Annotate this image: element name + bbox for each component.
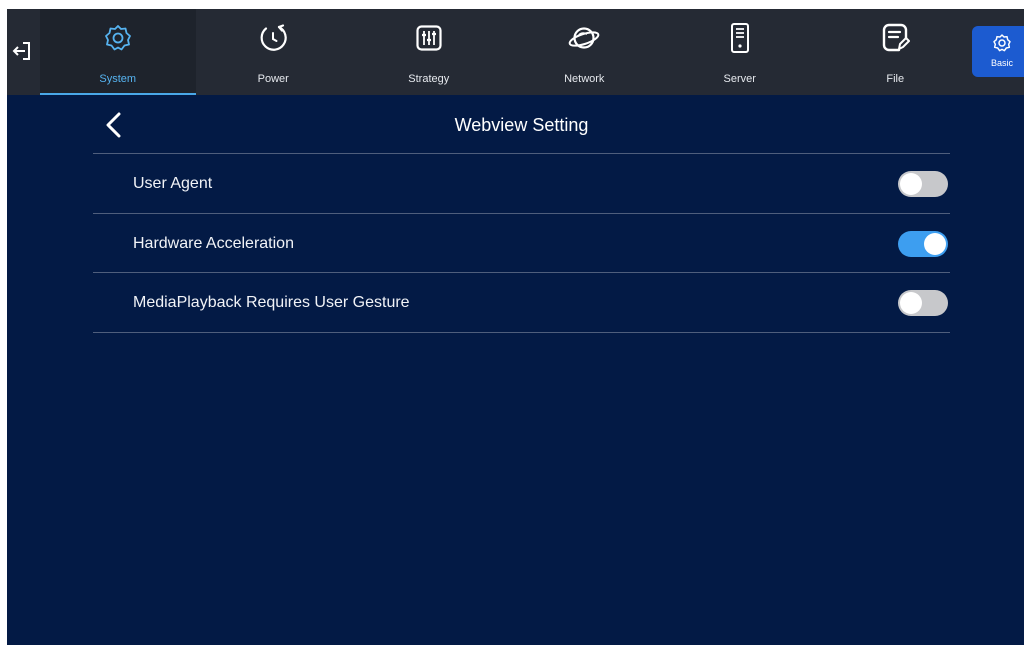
tab-system[interactable]: System [40, 9, 196, 95]
server-icon [723, 21, 757, 55]
exit-button[interactable] [7, 33, 37, 69]
setting-label: User Agent [133, 175, 213, 192]
gear-icon [101, 21, 135, 55]
tab-label: Network [564, 73, 605, 85]
setting-label: MediaPlayback Requires User Gesture [133, 294, 410, 311]
tab-file[interactable]: File [818, 9, 974, 95]
tab-label: Power [257, 73, 289, 85]
setting-label: Hardware Acceleration [133, 234, 294, 252]
setting-row-hardware-acceleration: Hardware Acceleration [93, 214, 950, 273]
tab-label: System [99, 73, 137, 85]
setting-row-user-agent: User Agent [93, 154, 950, 214]
globe-network-icon [567, 21, 601, 55]
nav-tabs: System Power Strategy Network Server Fil… [40, 9, 973, 95]
tab-label: Server [723, 73, 756, 85]
toggle-knob [924, 232, 946, 255]
toggle-knob [900, 292, 922, 314]
tab-power[interactable]: Power [196, 9, 352, 95]
toggle-knob [900, 173, 922, 195]
gear-icon [991, 32, 1013, 54]
tab-strategy[interactable]: Strategy [351, 9, 507, 95]
tab-server[interactable]: Server [662, 9, 818, 95]
user-agent-toggle[interactable] [898, 171, 948, 197]
setting-row-media-playback: MediaPlayback Requires User Gesture [93, 273, 950, 333]
tab-label: Strategy [408, 73, 450, 85]
sliders-icon [412, 21, 446, 55]
page-header: Webview Setting [93, 95, 950, 154]
top-navigation-bar: System Power Strategy Network Server Fil… [7, 9, 1024, 95]
media-playback-toggle[interactable] [898, 290, 948, 316]
basic-label: Basic [990, 58, 1013, 68]
power-clock-icon [256, 21, 290, 55]
basic-settings-button[interactable]: Basic [972, 26, 1024, 77]
file-edit-icon [878, 21, 912, 55]
page-title: Webview Setting [454, 115, 589, 135]
hardware-acceleration-toggle[interactable] [898, 230, 948, 257]
exit-icon [12, 42, 30, 60]
webview-settings-panel: Webview Setting User Agent Hardware Acce… [93, 95, 950, 333]
tab-network[interactable]: Network [507, 9, 663, 95]
settings-screen: System Power Strategy Network Server Fil… [7, 9, 1024, 645]
tab-label: File [886, 73, 905, 85]
